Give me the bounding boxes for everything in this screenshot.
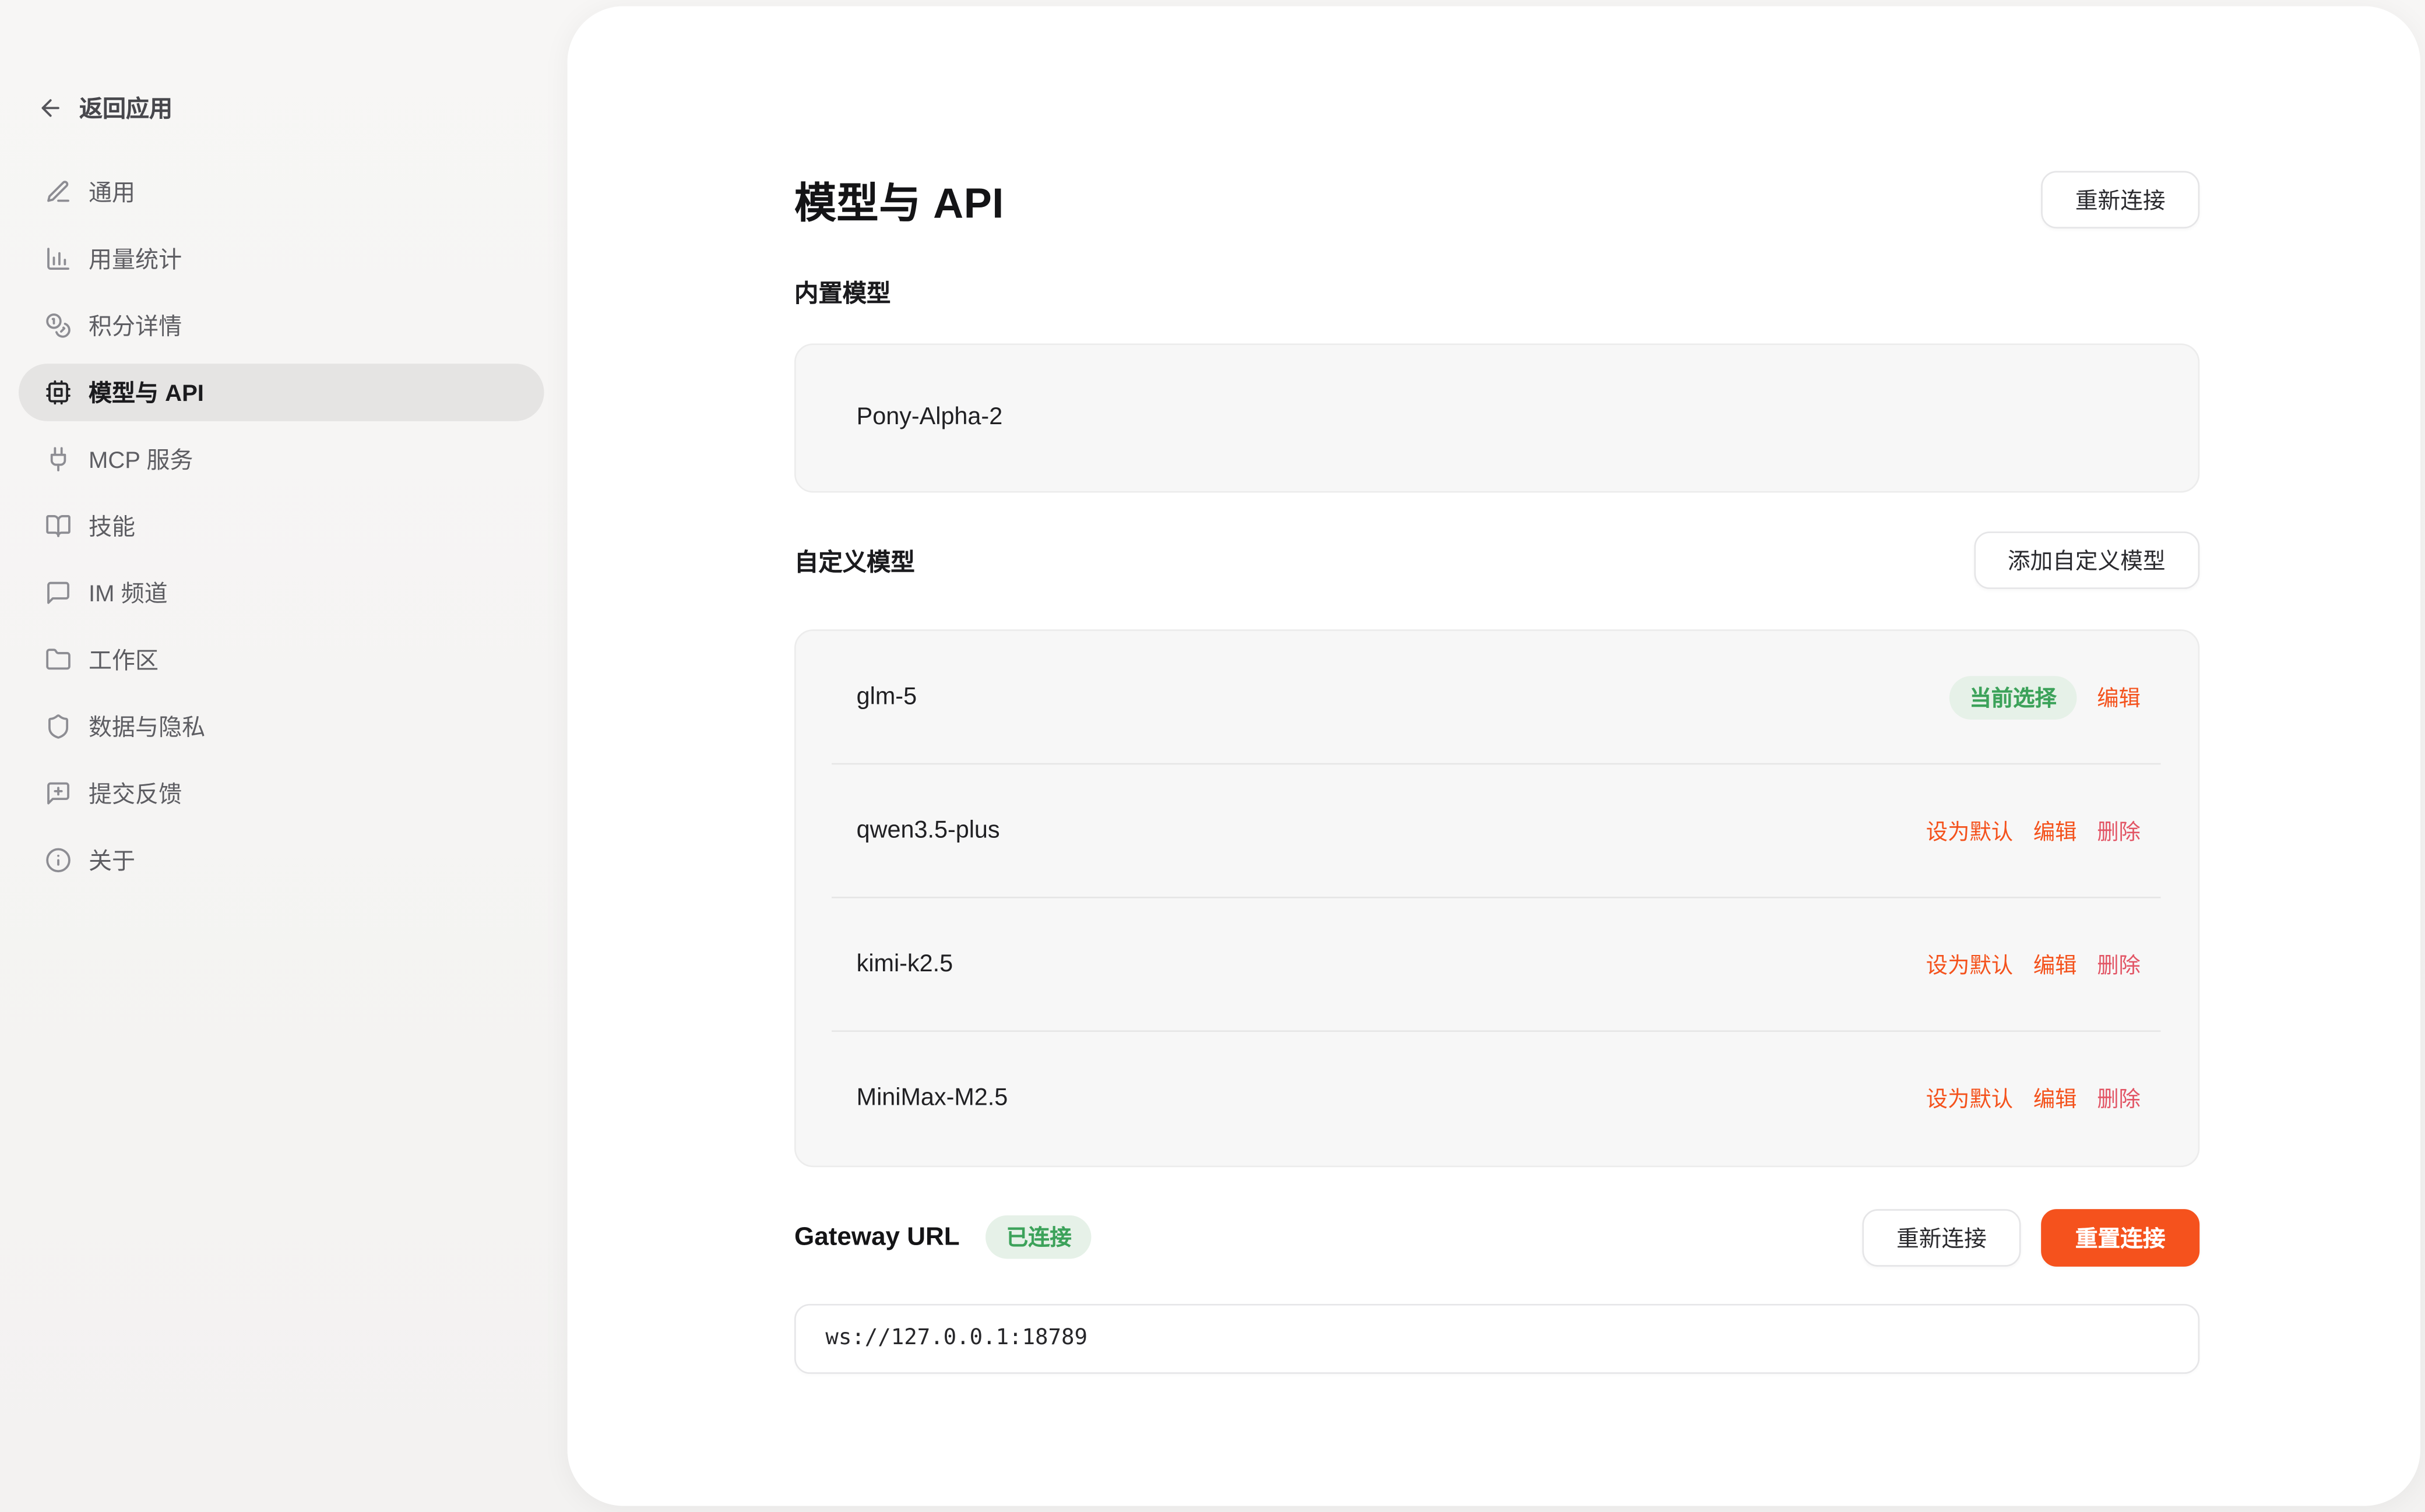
sidebar-item-data-privacy[interactable]: 数据与隐私 xyxy=(19,698,544,756)
message-square-icon xyxy=(45,580,71,606)
custom-model-name: kimi-k2.5 xyxy=(857,951,953,979)
sidebar-item-mcp-services[interactable]: MCP 服务 xyxy=(19,431,544,488)
custom-model-row: glm-5 当前选择编辑 xyxy=(796,631,2198,764)
model-row-actions: 设为默认编辑删除 xyxy=(1926,949,2141,980)
page-title: 模型与 API xyxy=(794,170,1004,230)
add-custom-model-button[interactable]: 添加自定义模型 xyxy=(1973,531,2199,589)
set-default-action-link[interactable]: 设为默认 xyxy=(1926,816,2013,847)
settings-window: 返回应用 通用 用量统计 积分详情 模型与 API MCP 服务 技能 IM 频… xyxy=(0,0,2425,1512)
sidebar-nav: 通用 用量统计 积分详情 模型与 API MCP 服务 技能 IM 频道 工作区… xyxy=(19,163,544,889)
sidebar-item-label: 模型与 API xyxy=(89,376,204,408)
model-row-actions: 设为默认编辑删除 xyxy=(1926,1083,2141,1113)
sidebar-item-label: 工作区 xyxy=(89,643,159,676)
info-icon xyxy=(45,847,71,873)
sidebar: 返回应用 通用 用量统计 积分详情 模型与 API MCP 服务 技能 IM 频… xyxy=(0,0,563,1512)
folder-icon xyxy=(45,647,71,673)
custom-model-row: kimi-k2.5 设为默认编辑删除 xyxy=(796,898,2198,1031)
custom-model-name: qwen3.5-plus xyxy=(857,817,1000,845)
sidebar-item-usage-stats[interactable]: 用量统计 xyxy=(19,230,544,288)
custom-model-name: MiniMax-M2.5 xyxy=(857,1084,1008,1112)
sidebar-item-label: MCP 服务 xyxy=(89,443,193,475)
builtin-model-name: Pony-Alpha-2 xyxy=(857,404,1003,432)
sidebar-item-general[interactable]: 通用 xyxy=(19,163,544,221)
book-open-icon xyxy=(45,513,71,539)
custom-model-row: qwen3.5-plus 设为默认编辑删除 xyxy=(796,764,2198,898)
sidebar-item-label: 积分详情 xyxy=(89,309,182,342)
message-square-plus-icon xyxy=(45,780,71,806)
main-content: 模型与 API 重新连接 内置模型 Pony-Alpha-2 自定义模型 添加自… xyxy=(568,6,2420,1373)
back-to-app-label: 返回应用 xyxy=(79,91,173,124)
model-row-actions: 设为默认编辑删除 xyxy=(1926,816,2141,847)
bar-chart-icon xyxy=(45,245,71,272)
builtin-models-label: 内置模型 xyxy=(794,275,2199,309)
gateway-section-header: Gateway URL 已连接 重新连接 重置连接 xyxy=(794,1208,2199,1266)
edit-action-link[interactable]: 编辑 xyxy=(2033,1083,2077,1113)
back-to-app-link[interactable]: 返回应用 xyxy=(37,91,173,124)
custom-model-row: MiniMax-M2.5 设为默认编辑删除 xyxy=(796,1031,2198,1165)
plug-icon xyxy=(45,446,71,473)
custom-models-header: 自定义模型 添加自定义模型 xyxy=(794,531,2199,589)
sidebar-item-label: 数据与隐私 xyxy=(89,710,205,743)
model-row-actions: 当前选择编辑 xyxy=(1949,676,2141,720)
builtin-models-card: Pony-Alpha-2 xyxy=(794,343,2199,492)
gateway-buttons: 重新连接 重置连接 xyxy=(1862,1208,2199,1266)
sidebar-item-skills[interactable]: 技能 xyxy=(19,498,544,555)
reconnect-button[interactable]: 重新连接 xyxy=(2041,171,2199,228)
sidebar-item-label: 通用 xyxy=(89,175,135,208)
set-default-action-link[interactable]: 设为默认 xyxy=(1926,949,2013,980)
custom-model-name: glm-5 xyxy=(857,683,917,711)
gateway-url-label: Gateway URL xyxy=(794,1222,960,1252)
page-header: 模型与 API 重新连接 xyxy=(794,171,2199,228)
sidebar-item-models-api[interactable]: 模型与 API xyxy=(19,364,544,421)
coins-icon xyxy=(45,312,71,339)
custom-models-label: 自定义模型 xyxy=(794,543,915,577)
edit-action-link[interactable]: 编辑 xyxy=(2033,949,2077,980)
edit-action-link[interactable]: 编辑 xyxy=(2033,816,2077,847)
main-panel: 模型与 API 重新连接 内置模型 Pony-Alpha-2 自定义模型 添加自… xyxy=(568,6,2420,1506)
delete-action-link[interactable]: 删除 xyxy=(2097,1083,2141,1113)
gateway-label-group: Gateway URL 已连接 xyxy=(794,1215,1092,1259)
builtin-model-row: Pony-Alpha-2 xyxy=(796,404,2198,432)
arrow-left-icon xyxy=(37,95,64,121)
gateway-reset-button[interactable]: 重置连接 xyxy=(2041,1208,2199,1266)
sidebar-item-label: 用量统计 xyxy=(89,242,182,275)
sidebar-item-feedback[interactable]: 提交反馈 xyxy=(19,764,544,822)
delete-action-link[interactable]: 删除 xyxy=(2097,949,2141,980)
cpu-icon xyxy=(45,379,71,406)
edit-action-link[interactable]: 编辑 xyxy=(2097,682,2141,713)
set-default-action-link[interactable]: 设为默认 xyxy=(1926,1083,2013,1113)
sidebar-item-about[interactable]: 关于 xyxy=(19,831,544,889)
pencil-icon xyxy=(45,179,71,205)
current-selection-badge: 当前选择 xyxy=(1949,676,2077,720)
gateway-url-input[interactable] xyxy=(794,1303,2199,1373)
gateway-reconnect-button[interactable]: 重新连接 xyxy=(1862,1208,2021,1266)
sidebar-item-workspace[interactable]: 工作区 xyxy=(19,631,544,689)
sidebar-item-label: IM 频道 xyxy=(89,577,168,609)
sidebar-item-im-channels[interactable]: IM 频道 xyxy=(19,564,544,622)
sidebar-item-label: 技能 xyxy=(89,510,135,542)
connected-status-badge: 已连接 xyxy=(986,1215,1092,1259)
delete-action-link[interactable]: 删除 xyxy=(2097,816,2141,847)
sidebar-item-label: 关于 xyxy=(89,844,135,876)
sidebar-item-credits[interactable]: 积分详情 xyxy=(19,297,544,354)
custom-models-card: glm-5 当前选择编辑 qwen3.5-plus 设为默认编辑删除 kimi-… xyxy=(794,629,2199,1166)
shield-icon xyxy=(45,713,71,739)
sidebar-item-label: 提交反馈 xyxy=(89,777,182,810)
